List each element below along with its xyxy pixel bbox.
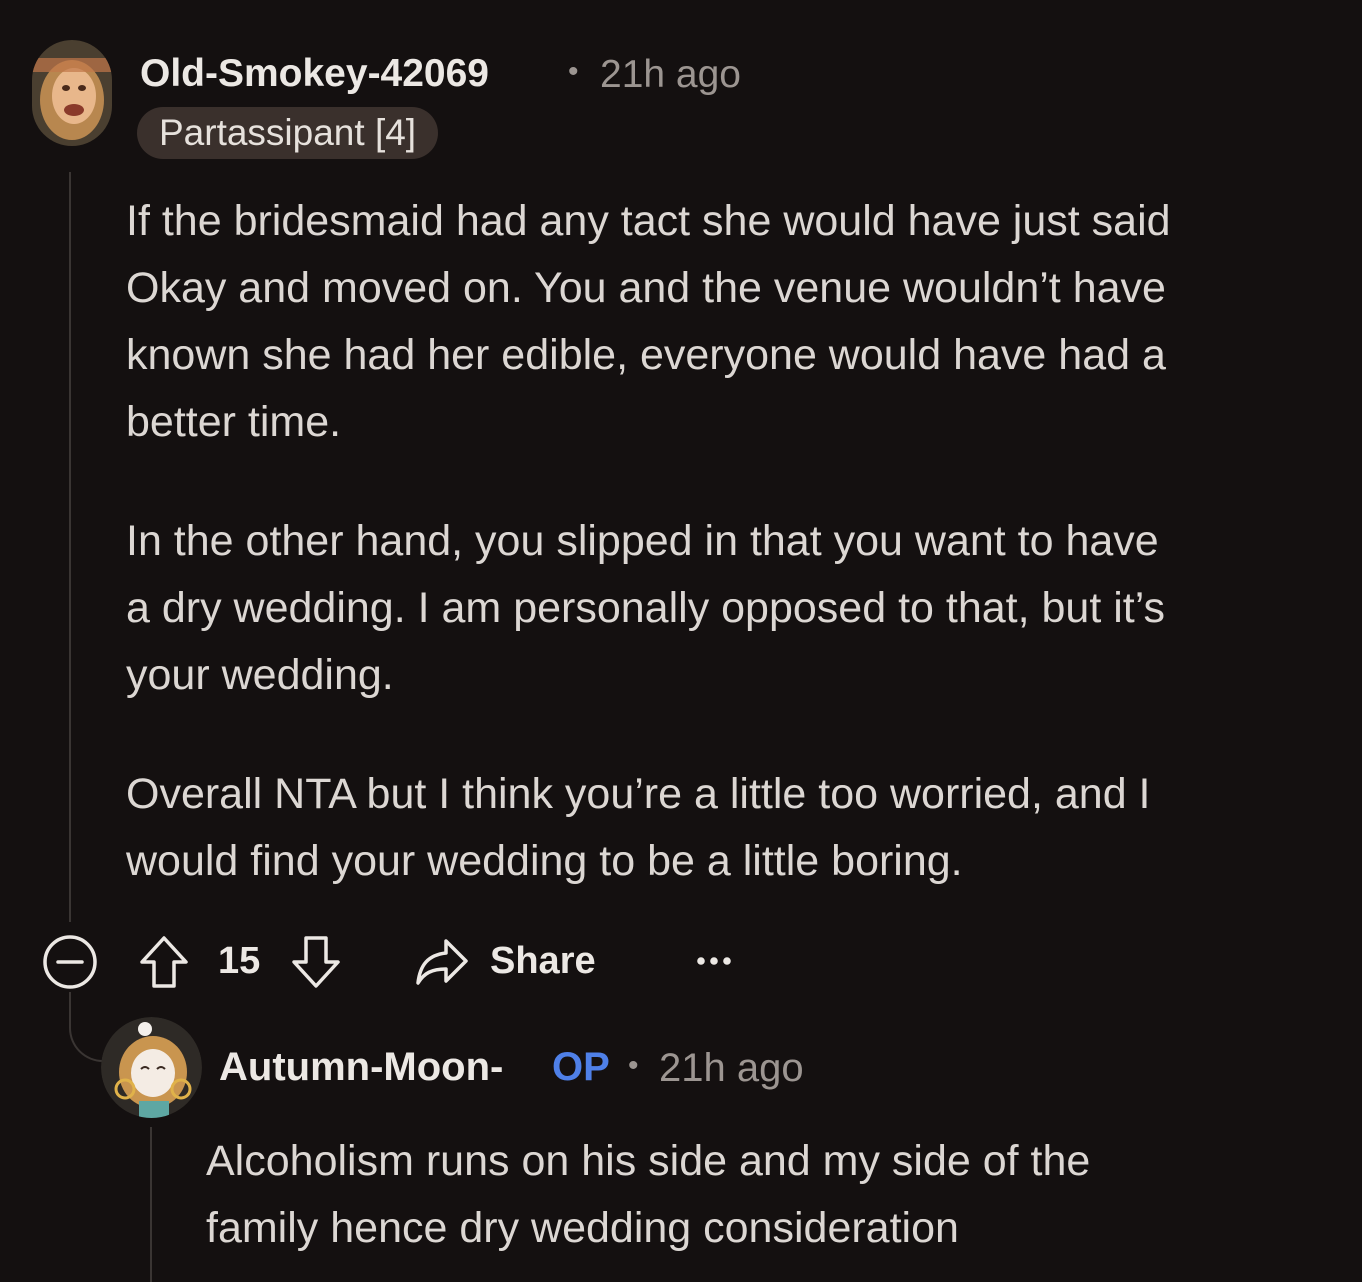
reply-line: Alcoholism runs on his side and my side … (206, 1137, 1091, 1185)
body-line: a dry wedding. I am personally opposed t… (126, 584, 1165, 632)
reply-meta-separator: • (628, 1049, 639, 1082)
more-dots-icon (697, 957, 731, 965)
avatar[interactable] (32, 40, 112, 146)
upvote-arrow-icon (140, 936, 188, 988)
avatar-image (32, 40, 112, 146)
collapse-minus-icon (43, 935, 97, 989)
thread-line-reply[interactable] (150, 1127, 152, 1282)
share-label: Share (490, 940, 596, 982)
body-line: better time. (126, 398, 342, 446)
share-button[interactable]: Share (414, 931, 614, 991)
reply-timestamp[interactable]: 21h ago (659, 1046, 804, 1091)
comment-action-bar: 15 Share (42, 931, 762, 991)
downvote-arrow-icon (292, 936, 340, 988)
body-line: your wedding. (126, 651, 394, 699)
body-line: would find your wedding to be a little b… (126, 837, 963, 885)
more-options-button[interactable] (694, 941, 734, 981)
reply-body: Alcoholism runs on his side and my side … (206, 1128, 1090, 1262)
reply-avatar-image (101, 1017, 202, 1118)
op-badge: OP (552, 1045, 610, 1089)
upvote-button[interactable] (138, 935, 190, 989)
body-line: Overall NTA but I think you’re a little … (126, 770, 1151, 818)
reply-line: family hence dry wedding consideration (206, 1204, 959, 1252)
user-flair: Partassipant [4] (137, 107, 439, 159)
reply-avatar[interactable] (101, 1017, 202, 1118)
meta-separator: • (568, 55, 579, 88)
downvote-button[interactable] (290, 935, 342, 989)
body-line: If the bridesmaid had any tact she would… (126, 197, 1171, 245)
vote-count: 15 (218, 940, 261, 982)
comment-author[interactable]: Old-Smokey-42069 (140, 52, 489, 96)
comment-body: If the bridesmaid had any tact she would… (126, 188, 1171, 895)
thread-line-main[interactable] (69, 172, 71, 922)
thread-branch-connector (69, 992, 105, 1062)
body-line: In the other hand, you slipped in that y… (126, 517, 1159, 565)
reply-author[interactable]: Autumn-Moon- (219, 1045, 503, 1090)
comment-timestamp[interactable]: 21h ago (600, 53, 741, 97)
body-line: known she had her edible, everyone would… (126, 331, 1166, 379)
body-line: Okay and moved on. You and the venue wou… (126, 264, 1166, 312)
share-arrow-icon (416, 939, 468, 985)
collapse-button[interactable] (42, 934, 98, 990)
